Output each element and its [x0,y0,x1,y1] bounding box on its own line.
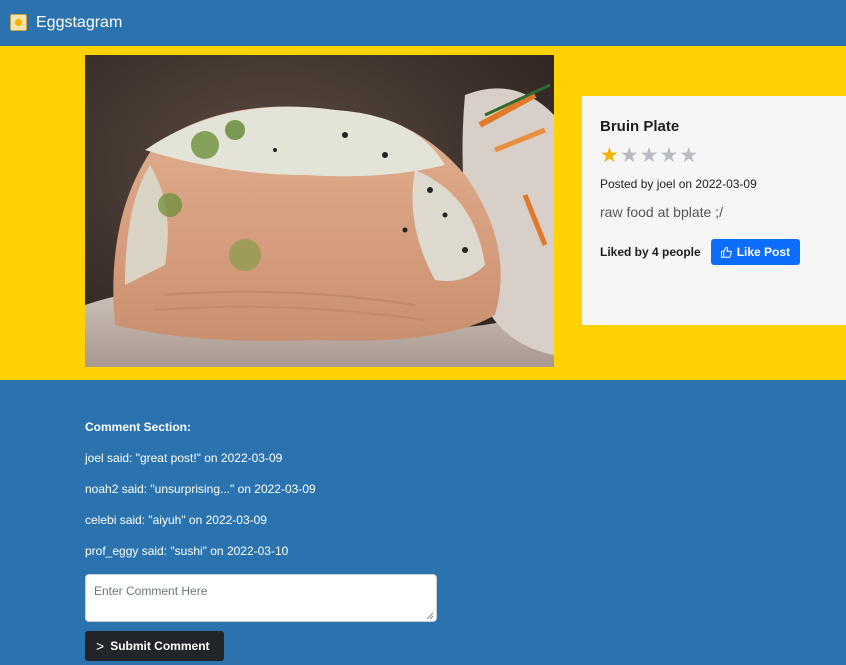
thumbs-up-icon [720,246,732,258]
comment-input[interactable] [85,574,437,622]
star-empty-icon[interactable]: ★★★★ [620,144,699,167]
submit-comment-button[interactable]: > Submit Comment [85,631,224,661]
app-logo-icon[interactable] [10,14,27,31]
star-rating[interactable]: ★★★★★ [600,144,828,168]
post-title: Bruin Plate [600,118,680,135]
likes-count: Liked by 4 people [600,245,701,259]
resize-grip-icon[interactable] [426,612,434,620]
star-filled-icon[interactable]: ★ [600,144,620,167]
comment-item: celebi said: "aiyuh" on 2022-03-09 [85,513,267,527]
post-card: Bruin Plate ★★★★★ Posted by joel on 2022… [582,96,846,325]
top-navbar: Eggstagram [0,0,846,46]
chevron-right-icon: > [96,638,105,654]
like-post-button[interactable]: Like Post [710,239,801,265]
comment-section: Comment Section: joel said: "great post!… [85,420,316,560]
app-title[interactable]: Eggstagram [36,14,122,32]
post-description: raw food at bplate ;/ [600,204,723,220]
comment-item: joel said: "great post!" on 2022-03-09 [85,451,283,465]
post-photo [85,55,554,367]
post-hero: Bruin Plate ★★★★★ Posted by joel on 2022… [0,46,846,380]
comment-section-heading: Comment Section: [85,420,192,434]
post-meta: Posted by joel on 2022-03-09 [600,177,757,191]
comment-item: prof_eggy said: "sushi" on 2022-03-10 [85,544,289,558]
comment-item: noah2 said: "unsurprising..." on 2022-03… [85,482,316,496]
like-post-label: Like Post [736,245,791,259]
submit-comment-label: Submit Comment [110,639,210,653]
like-row: Liked by 4 people Like Post [600,239,828,265]
